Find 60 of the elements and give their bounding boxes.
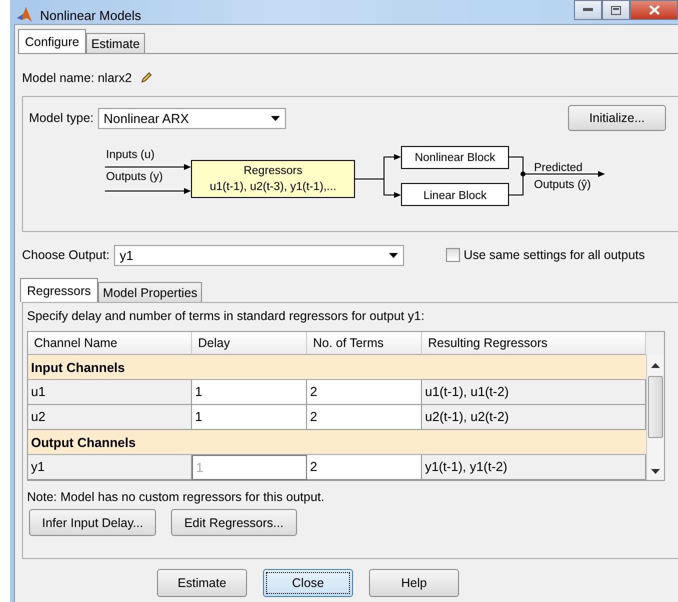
pencil-icon[interactable] [140,72,152,84]
outputs-label: Outputs (y) [106,171,163,183]
scrollbar[interactable] [646,355,664,480]
terms-field[interactable]: 2 [307,405,422,430]
scroll-thumb[interactable] [648,376,663,438]
maximize-icon [611,6,621,14]
instruction-text: Specify delay and number of terms in standard regressors for output y1: [27,309,426,325]
regressors-title: Regressors [244,165,302,177]
table-cell: u2(t-1), u2(t-2) [422,405,646,430]
linear-block-label: Linear Block [423,190,487,202]
close-icon [648,5,660,15]
terms-field[interactable]: 2 [307,380,422,405]
action-button[interactable]: Edit Regressors... [171,509,297,536]
initialize-button[interactable]: Initialize... [568,105,666,131]
table-cell: y1(t-1), y1(t-2) [422,455,646,480]
maximize-button[interactable] [602,0,630,20]
column-header: Channel Name [28,332,192,355]
tab[interactable]: Model Properties [98,282,202,302]
tab[interactable]: Regressors [20,278,98,302]
connector [354,154,401,198]
dialog-button[interactable]: Help [369,569,459,597]
inputs-label: Inputs (u) [106,149,155,161]
caret-icon [388,252,398,258]
regressors-list: u1(t-1), u2(t-3), y1(t-1),... [210,181,336,193]
scroll-up-icon[interactable] [651,363,660,368]
predicted-label: Outputs (ŷ) [534,179,591,191]
model-name-label: Model name: nlarx2 [22,71,132,85]
minimize-icon [583,8,593,12]
logo-icon [16,6,34,24]
table-cell: u2 [28,405,192,430]
delay-field[interactable]: 1 [192,405,307,430]
note-text: Note: Model has no custom regressors for this output. [27,489,326,506]
column-header: Resulting Regressors [422,332,646,355]
choose-output-label: Choose Output: [22,248,110,262]
table-cell: y1 [28,455,192,480]
column-header: No. of Terms [307,332,422,355]
window-title: Nonlinear Models [40,8,142,22]
caret-icon [270,116,280,120]
delay-field[interactable]: 1 [192,380,307,405]
checkbox[interactable] [446,248,460,262]
table-cell: u1 [28,380,192,405]
close-button[interactable] [630,0,678,20]
tab[interactable]: Estimate [86,33,145,53]
nonlinear-block-label: Nonlinear Block [414,152,496,164]
action-button[interactable]: Infer Input Delay... [29,509,156,536]
model-type-dropdown[interactable]: Nonlinear ARX [98,108,286,128]
group-header: Input Channels [28,355,646,380]
checkbox-label: Use same settings for all outputs [464,248,645,262]
column-header: Delay [192,332,307,355]
model-type-label: Model type: [29,111,94,125]
tab[interactable]: Configure [18,29,86,53]
dialog-button[interactable]: Close [263,569,353,597]
dialog-button[interactable]: Estimate [157,569,247,597]
terms-field[interactable]: 2 [307,455,422,480]
table-cell: u1(t-1), u1(t-2) [422,380,646,405]
output-dropdown[interactable]: y1 [114,244,404,266]
scroll-down-icon[interactable] [651,469,660,474]
predicted-label: Predicted [534,162,583,174]
group-header: Output Channels [28,430,646,455]
minimize-button[interactable] [574,0,602,20]
